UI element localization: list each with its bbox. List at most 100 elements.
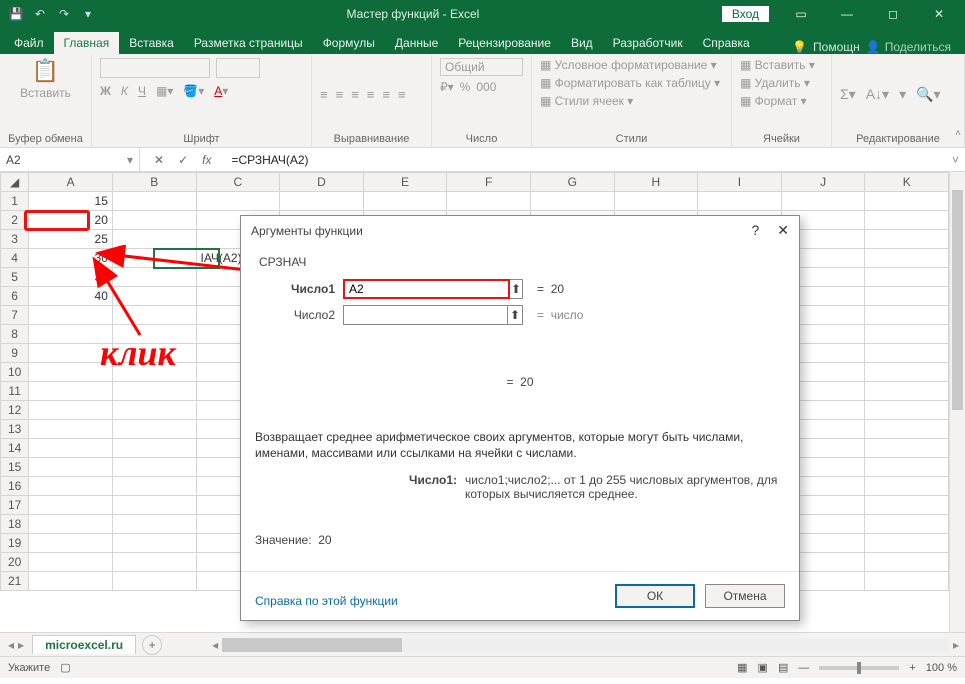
minimize-icon[interactable]: — [825,0,869,28]
cell[interactable] [29,496,113,515]
cell[interactable]: 15 [29,192,113,211]
row-header[interactable]: 21 [1,572,29,591]
cell[interactable] [865,230,949,249]
column-header[interactable]: H [614,173,698,192]
horizontal-scrollbar[interactable]: ◂ ▸ [162,638,965,652]
cell[interactable]: 20 [29,211,113,230]
cell[interactable] [865,249,949,268]
cell[interactable] [29,515,113,534]
name-box[interactable]: A2 ▾ [0,148,140,171]
column-header[interactable]: C [196,173,280,192]
format-as-table-button[interactable]: ▦ Форматировать как таблицу ▾ [540,76,720,90]
view-page-layout-icon[interactable]: ▣ [758,661,768,674]
cell[interactable] [865,363,949,382]
cell-styles-button[interactable]: ▦ Стили ячеек ▾ [540,94,633,108]
cell[interactable] [29,572,113,591]
cell[interactable] [112,230,196,249]
cell[interactable] [865,420,949,439]
cell[interactable] [112,306,196,325]
tell-me-icon[interactable]: 💡 [792,40,807,54]
comma-icon[interactable]: 000 [476,80,496,94]
sheet-nav-prev-icon[interactable]: ◂ [8,638,14,652]
cell[interactable] [865,496,949,515]
tab-page-layout[interactable]: Разметка страницы [184,32,313,54]
save-icon[interactable]: 💾 [6,4,26,24]
zoom-out-icon[interactable]: — [798,662,809,674]
cell[interactable] [112,268,196,287]
close-icon[interactable]: ✕ [917,0,961,28]
zoom-level[interactable]: 100 % [926,662,957,674]
zoom-in-icon[interactable]: + [909,662,915,674]
redo-icon[interactable]: ↷ [54,4,74,24]
percent-icon[interactable]: % [460,80,471,94]
dialog-help-icon[interactable]: ? [751,222,759,239]
currency-icon[interactable]: ₽▾ [440,80,454,94]
align-top-icon[interactable]: ≡ [320,87,328,102]
row-header[interactable]: 5 [1,268,29,287]
row-header[interactable]: 12 [1,401,29,420]
cancel-formula-icon[interactable]: ✕ [154,153,164,167]
macro-record-icon[interactable]: ▢ [60,661,70,674]
cell[interactable] [865,192,949,211]
arg1-range-picker-icon[interactable]: ⬆ [510,279,523,299]
row-header[interactable]: 10 [1,363,29,382]
row-header[interactable]: 4 [1,249,29,268]
row-header[interactable]: 15 [1,458,29,477]
align-mid-icon[interactable]: ≡ [336,87,344,102]
tab-developer[interactable]: Разработчик [603,32,693,54]
tab-insert[interactable]: Вставка [119,32,184,54]
cell[interactable] [363,192,447,211]
tab-view[interactable]: Вид [561,32,603,54]
cell[interactable] [112,477,196,496]
border-button[interactable]: ▦▾ [156,84,173,98]
align-center-icon[interactable]: ≡ [382,87,390,102]
cell[interactable] [865,515,949,534]
ribbon-display-icon[interactable]: ▭ [779,0,823,28]
find-icon[interactable]: 🔍▾ [916,86,940,103]
maximize-icon[interactable]: ◻ [871,0,915,28]
cell[interactable] [865,477,949,496]
share-button[interactable]: 👤 Поделиться [866,40,951,54]
cell[interactable] [865,439,949,458]
cell[interactable] [614,192,698,211]
sort-filter-icon[interactable]: A↓▾ [866,86,889,103]
font-name-combo[interactable] [100,58,210,78]
cell[interactable] [29,534,113,553]
row-header[interactable]: 19 [1,534,29,553]
row-header[interactable]: 14 [1,439,29,458]
cell[interactable] [865,401,949,420]
cell[interactable] [112,192,196,211]
cell[interactable] [530,192,614,211]
row-header[interactable]: 9 [1,344,29,363]
select-all-cell[interactable]: ◢ [1,173,29,192]
formula-bar[interactable]: =СРЗНАЧ(A2) [225,153,946,167]
arg1-input[interactable] [343,279,510,299]
autosum-icon[interactable]: Σ▾ [840,86,856,103]
zoom-slider[interactable] [819,666,899,670]
cell[interactable] [865,382,949,401]
row-header[interactable]: 18 [1,515,29,534]
arg2-input[interactable] [343,305,508,325]
cell[interactable] [280,192,364,211]
cell[interactable] [29,439,113,458]
tab-home[interactable]: Главная [54,32,120,54]
tab-data[interactable]: Данные [385,32,448,54]
row-header[interactable]: 17 [1,496,29,515]
column-header[interactable]: E [363,173,447,192]
bold-button[interactable]: Ж [100,84,111,98]
cell[interactable] [29,420,113,439]
row-header[interactable]: 6 [1,287,29,306]
cell[interactable] [865,268,949,287]
column-header[interactable]: F [447,173,531,192]
cell[interactable] [29,382,113,401]
sheet-nav-next-icon[interactable]: ▸ [18,638,24,652]
dialog-close-icon[interactable]: ✕ [777,222,789,239]
cell[interactable]: 35 [29,268,113,287]
cell[interactable] [112,287,196,306]
cancel-button[interactable]: Отмена [705,584,785,608]
cell[interactable]: 30 [29,249,113,268]
fill-icon[interactable]: ▾ [899,86,906,103]
cell[interactable] [865,306,949,325]
number-format-combo[interactable]: Общий [440,58,523,76]
qat-customize-icon[interactable]: ▾ [78,4,98,24]
